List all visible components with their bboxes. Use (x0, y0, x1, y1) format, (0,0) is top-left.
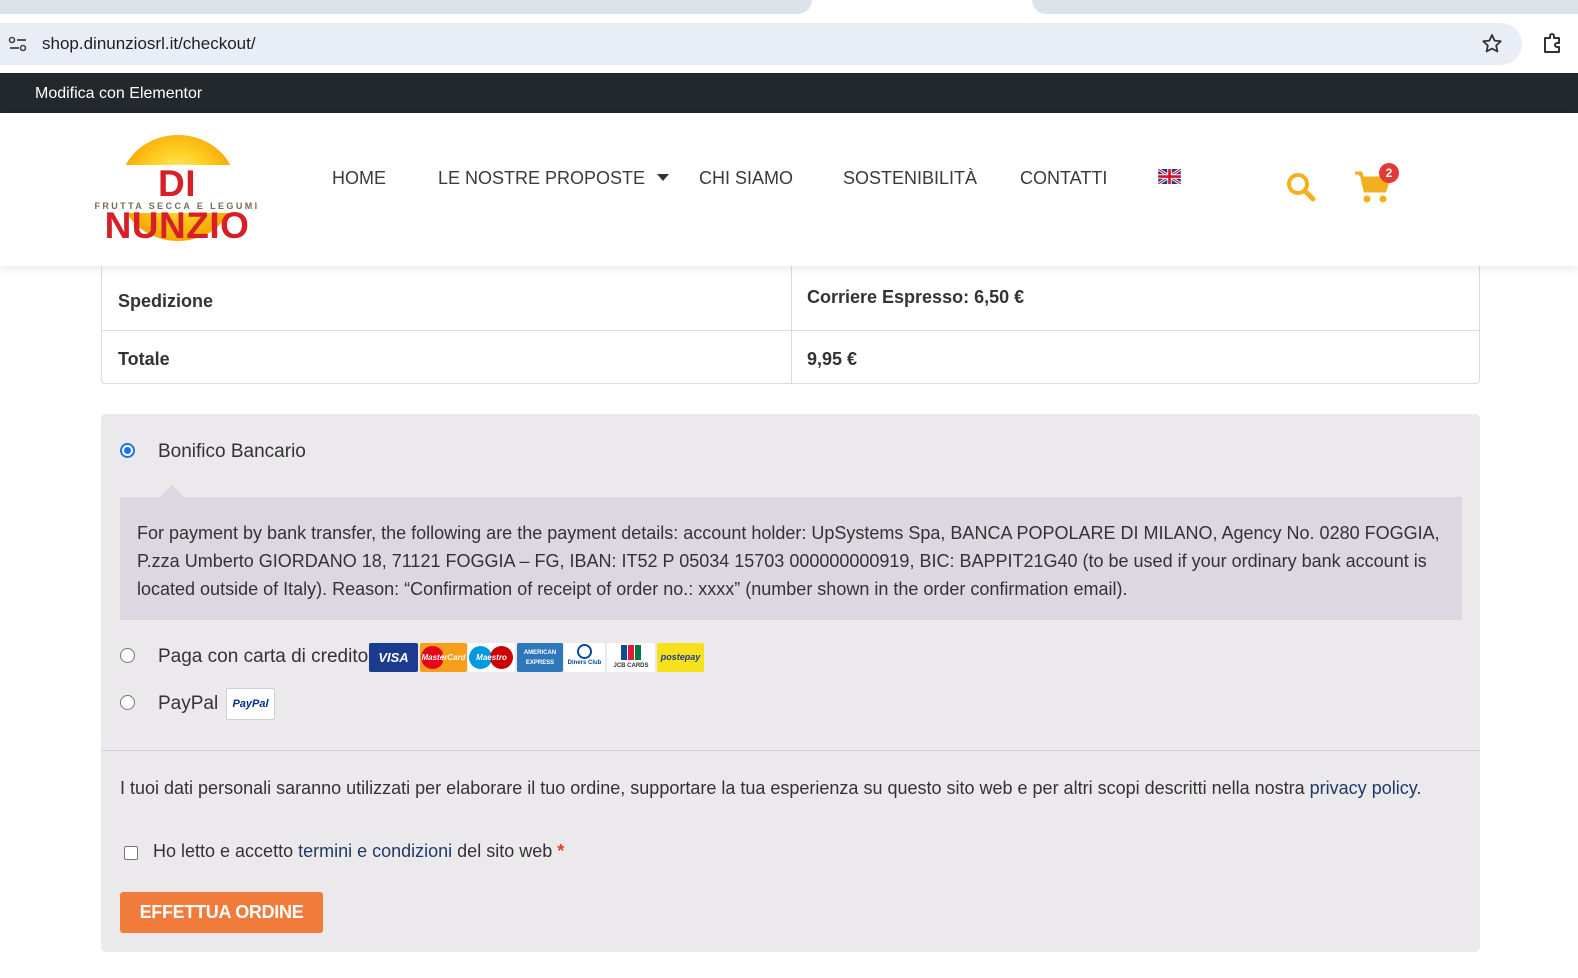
address-bar[interactable]: shop.dinunziosrl.it/checkout/ (0, 23, 1522, 65)
postepay-card-icon: postepay (657, 643, 704, 672)
site-info-icon[interactable] (8, 35, 28, 53)
url-text[interactable]: shop.dinunziosrl.it/checkout/ (42, 34, 256, 54)
bank-transfer-label[interactable]: Bonifico Bancario (158, 441, 306, 463)
terms-prefix: Ho letto e accetto (153, 841, 299, 861)
nav-item-contatti[interactable]: CONTATTI (1020, 168, 1107, 189)
search-icon[interactable] (1285, 171, 1317, 203)
terms-label[interactable]: Ho letto e accetto termini e condizioni … (153, 841, 564, 862)
cart-count-badge: 2 (1379, 163, 1399, 183)
credit-card-radio[interactable] (120, 648, 135, 663)
privacy-suffix: . (1416, 778, 1422, 798)
bank-transfer-radio[interactable] (120, 443, 135, 458)
visa-card-icon: VISA (369, 643, 418, 672)
table-row: Spedizione Corriere Espresso: 6,50 € (102, 263, 1479, 331)
paypal-logo-text: PayPal (232, 698, 269, 710)
maestro-label: Maestro (476, 653, 507, 662)
browser-tab[interactable] (1032, 0, 1578, 14)
terms-suffix: del sito web (452, 841, 553, 861)
bookmark-star-icon[interactable] (1480, 32, 1504, 56)
diners-club-card-icon: Diners Club (564, 643, 605, 672)
mastercard-label: MasterCard (421, 653, 466, 662)
diners-club-label: Diners Club (567, 660, 602, 666)
paypal-logo-icon: PayPal (226, 688, 275, 720)
total-value: 9,95 € (807, 349, 858, 369)
nav-item-sostenibilita[interactable]: SOSTENIBILITÀ (843, 168, 977, 189)
required-asterisk: * (557, 841, 565, 861)
section-divider (101, 750, 1480, 751)
privacy-notice: I tuoi dati personali saranno utilizzati… (120, 778, 1421, 799)
browser-tab-strip (0, 0, 1578, 22)
jcb-label: JCB CARDS (613, 663, 649, 669)
nav-item-proposte-label: LE NOSTRE PROPOSTE (438, 168, 646, 188)
terms-link[interactable]: termini e condizioni (298, 841, 452, 861)
site-logo[interactable]: DI NUNZIO FRUTTA SECCA E LEGUMI (92, 135, 262, 246)
nav-item-chi-siamo[interactable]: CHI SIAMO (699, 168, 793, 189)
paypal-label[interactable]: PayPal (158, 693, 218, 715)
total-label: Totale (118, 349, 170, 369)
payment-panel: Bonifico Bancario For payment by bank tr… (101, 414, 1480, 952)
chevron-down-icon (657, 173, 670, 181)
paypal-radio[interactable] (120, 695, 135, 710)
mastercard-icon: MasterCard (420, 643, 467, 672)
bank-transfer-description: For payment by bank transfer, the follow… (120, 485, 1462, 620)
privacy-text: I tuoi dati personali saranno utilizzati… (120, 778, 1310, 798)
amex-card-icon: AMERICAN EXPRESS (517, 643, 563, 672)
privacy-policy-link[interactable]: privacy policy (1310, 778, 1417, 798)
shipping-value: Corriere Espresso: 6,50 € (807, 287, 1025, 307)
order-totals-table: Spedizione Corriere Espresso: 6,50 € Tot… (101, 262, 1480, 384)
place-order-button[interactable]: EFFETTUA ORDINE (120, 892, 323, 933)
shipping-label: Spedizione (118, 291, 214, 311)
browser-tab[interactable] (0, 0, 812, 14)
jcb-card-icon: JCB CARDS (607, 643, 655, 672)
edit-with-elementor-link[interactable]: Modifica con Elementor (35, 85, 202, 103)
table-row: Totale 9,95 € (102, 331, 1479, 384)
bank-transfer-text: For payment by bank transfer, the follow… (137, 523, 1440, 599)
extensions-icon[interactable] (1540, 31, 1566, 57)
site-header: DI NUNZIO FRUTTA SECCA E LEGUMI HOME LE … (0, 113, 1578, 266)
nav-item-proposte[interactable]: LE NOSTRE PROPOSTE (438, 168, 670, 189)
maestro-card-icon: Maestro (468, 643, 515, 672)
uk-flag-icon[interactable] (1158, 169, 1181, 184)
credit-card-label[interactable]: Paga con carta di credito (158, 646, 368, 668)
admin-bar: Modifica con Elementor (0, 73, 1578, 113)
logo-tagline: FRUTTA SECCA E LEGUMI (94, 201, 260, 211)
terms-checkbox[interactable] (124, 846, 138, 860)
nav-item-home[interactable]: HOME (332, 168, 386, 189)
